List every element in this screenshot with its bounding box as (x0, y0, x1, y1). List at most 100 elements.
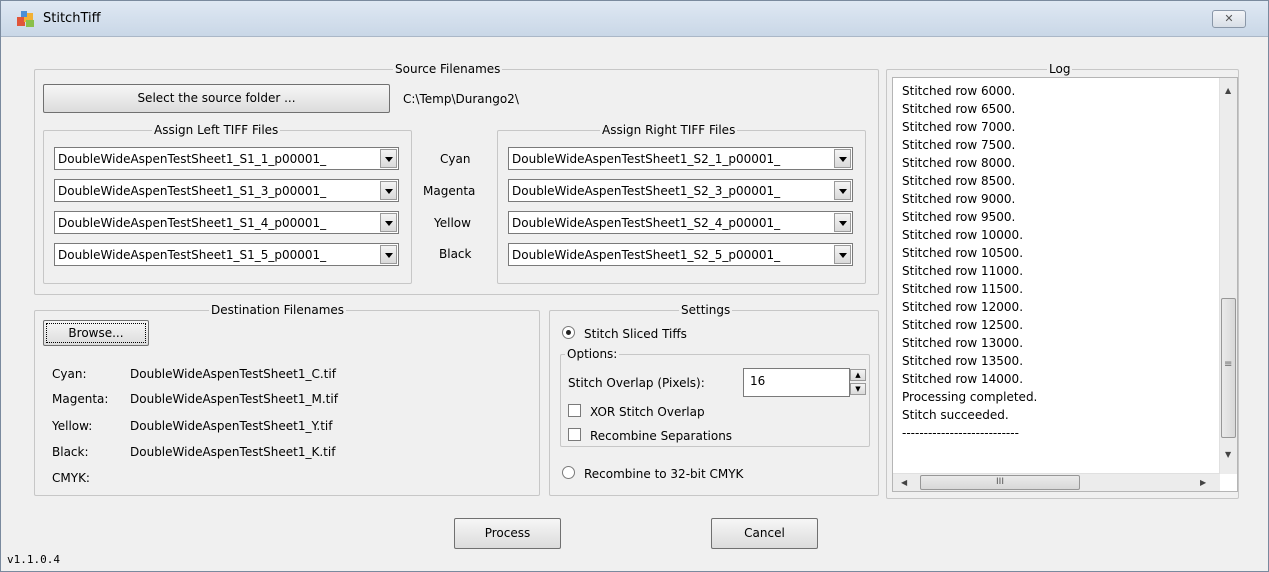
stitch-overlap-label: Stitch Overlap (Pixels): (568, 376, 705, 390)
left-file-yellow-value: DoubleWideAspenTestSheet1_S1_4_p00001_ (58, 216, 327, 230)
window-title: StitchTiff (43, 11, 101, 26)
log-line: Stitched row 9000. (902, 192, 1016, 206)
log-horizontal-scrollbar[interactable]: ◀ III ▶ (893, 473, 1220, 491)
log-vertical-scrollbar[interactable]: ▲ ≡ ▼ (1219, 78, 1237, 474)
left-file-cyan-value: DoubleWideAspenTestSheet1_S1_1_p00001_ (58, 152, 327, 166)
log-line: Processing completed. (902, 390, 1038, 404)
recombine-separations-checkbox[interactable] (568, 428, 581, 441)
right-file-yellow-value: DoubleWideAspenTestSheet1_S2_4_p00001_ (512, 216, 781, 230)
assign-left-title: Assign Left TIFF Files (152, 123, 281, 137)
spin-up-icon[interactable]: ▲ (850, 369, 866, 381)
stitch-sliced-label[interactable]: Stitch Sliced Tiffs (584, 327, 687, 341)
log-line: Stitched row 13000. (902, 336, 1024, 350)
process-button[interactable]: Process (454, 518, 561, 549)
log-line: Stitched row 13500. (902, 354, 1024, 368)
assign-right-title: Assign Right TIFF Files (600, 123, 738, 137)
dest-file-yellow: DoubleWideAspenTestSheet1_Y.tif (130, 419, 333, 433)
log-line: Stitched row 10000. (902, 228, 1024, 242)
log-vscroll-thumb[interactable]: ≡ (1221, 298, 1236, 438)
dest-label-cmyk: CMYK: (52, 471, 90, 485)
left-file-black-select[interactable]: DoubleWideAspenTestSheet1_S1_5_p00001_ (54, 243, 399, 266)
log-line: Stitched row 12000. (902, 300, 1024, 314)
channel-label-cyan: Cyan (440, 152, 471, 166)
log-line: Stitched row 12500. (902, 318, 1024, 332)
channel-label-yellow: Yellow (434, 216, 471, 230)
chevron-down-icon[interactable] (834, 149, 851, 168)
log-line: Stitched row 7000. (902, 120, 1016, 134)
settings-group-title: Settings (679, 303, 733, 317)
dest-label-black: Black: (52, 445, 89, 459)
log-line: Stitched row 6500. (902, 102, 1016, 116)
channel-label-magenta: Magenta (423, 184, 476, 198)
select-source-folder-button[interactable]: Select the source folder ... (43, 84, 390, 113)
dest-file-cyan: DoubleWideAspenTestSheet1_C.tif (130, 367, 336, 381)
chevron-down-icon[interactable] (380, 213, 397, 232)
right-file-magenta-select[interactable]: DoubleWideAspenTestSheet1_S2_3_p00001_ (508, 179, 853, 202)
log-line: Stitched row 14000. (902, 372, 1024, 386)
spin-down-icon[interactable]: ▼ (850, 383, 866, 395)
recombine-separations-label[interactable]: Recombine Separations (590, 429, 732, 443)
scroll-up-icon[interactable]: ▲ (1225, 86, 1231, 95)
left-file-cyan-select[interactable]: DoubleWideAspenTestSheet1_S1_1_p00001_ (54, 147, 399, 170)
chevron-down-icon[interactable] (834, 245, 851, 264)
left-file-magenta-select[interactable]: DoubleWideAspenTestSheet1_S1_3_p00001_ (54, 179, 399, 202)
browse-button[interactable]: Browse... (43, 320, 149, 346)
chevron-down-icon[interactable] (380, 181, 397, 200)
right-file-cyan-select[interactable]: DoubleWideAspenTestSheet1_S2_1_p00001_ (508, 147, 853, 170)
options-group-title: Options: (565, 347, 620, 361)
dest-label-cyan: Cyan: (52, 367, 87, 381)
chevron-down-icon[interactable] (834, 213, 851, 232)
stitch-overlap-input[interactable]: 16 (743, 368, 850, 397)
right-file-yellow-select[interactable]: DoubleWideAspenTestSheet1_S2_4_p00001_ (508, 211, 853, 234)
log-line: Stitched row 10500. (902, 246, 1024, 260)
dest-file-magenta: DoubleWideAspenTestSheet1_M.tif (130, 392, 338, 406)
source-folder-path: C:\Temp\Durango2\ (403, 92, 519, 106)
log-textbox[interactable]: Stitched row 6000. Stitched row 6500. Stit… (892, 77, 1238, 492)
title-bar: StitchTiff ✕ (1, 1, 1268, 37)
right-file-magenta-value: DoubleWideAspenTestSheet1_S2_3_p00001_ (512, 184, 781, 198)
left-file-yellow-select[interactable]: DoubleWideAspenTestSheet1_S1_4_p00001_ (54, 211, 399, 234)
xor-stitch-overlap-checkbox[interactable] (568, 404, 581, 417)
close-icon: ✕ (1224, 12, 1234, 25)
left-file-magenta-value: DoubleWideAspenTestSheet1_S1_3_p00001_ (58, 184, 327, 198)
stitch-sliced-radio[interactable] (562, 326, 575, 339)
scroll-down-icon[interactable]: ▼ (1225, 450, 1231, 459)
chevron-down-icon[interactable] (380, 149, 397, 168)
log-line: Stitched row 11000. (902, 264, 1024, 278)
dest-file-black: DoubleWideAspenTestSheet1_K.tif (130, 445, 336, 459)
source-group-title: Source Filenames (393, 62, 503, 76)
right-file-cyan-value: DoubleWideAspenTestSheet1_S2_1_p00001_ (512, 152, 781, 166)
dest-label-magenta: Magenta: (52, 392, 109, 406)
right-file-black-value: DoubleWideAspenTestSheet1_S2_5_p00001_ (512, 248, 781, 262)
chevron-down-icon[interactable] (380, 245, 397, 264)
log-hscroll-thumb[interactable]: III (920, 475, 1080, 490)
close-button[interactable]: ✕ (1212, 10, 1246, 28)
log-line: Stitched row 9500. (902, 210, 1016, 224)
version-label: v1.1.0.4 (7, 553, 60, 566)
log-line: Stitched row 11500. (902, 282, 1024, 296)
log-line: Stitch succeeded. (902, 408, 1009, 422)
log-lines: Stitched row 6000. Stitched row 6500. Stit… (902, 82, 1037, 442)
scroll-left-icon[interactable]: ◀ (901, 478, 907, 487)
xor-stitch-overlap-label[interactable]: XOR Stitch Overlap (590, 405, 705, 419)
log-line: Stitched row 8000. (902, 156, 1016, 170)
cancel-button[interactable]: Cancel (711, 518, 818, 549)
log-line: Stitched row 7500. (902, 138, 1016, 152)
log-group-title: Log (1047, 62, 1073, 76)
channel-label-black: Black (439, 247, 472, 261)
dest-label-yellow: Yellow: (52, 419, 93, 433)
left-file-black-value: DoubleWideAspenTestSheet1_S1_5_p00001_ (58, 248, 327, 262)
log-line: Stitched row 6000. (902, 84, 1016, 98)
scroll-right-icon[interactable]: ▶ (1200, 478, 1206, 487)
recombine-cmyk-label[interactable]: Recombine to 32-bit CMYK (584, 467, 743, 481)
recombine-cmyk-radio[interactable] (562, 466, 575, 479)
chevron-down-icon[interactable] (834, 181, 851, 200)
app-icon (17, 11, 34, 27)
destination-group-title: Destination Filenames (209, 303, 347, 317)
log-line: --------------------------- (902, 426, 1019, 440)
stitchtiff-window: StitchTiff ✕ Source Filenames Select the… (0, 0, 1269, 572)
stitch-overlap-value: 16 (750, 374, 766, 388)
grip-icon: ≡ (1224, 359, 1233, 370)
right-file-black-select[interactable]: DoubleWideAspenTestSheet1_S2_5_p00001_ (508, 243, 853, 266)
log-line: Stitched row 8500. (902, 174, 1016, 188)
